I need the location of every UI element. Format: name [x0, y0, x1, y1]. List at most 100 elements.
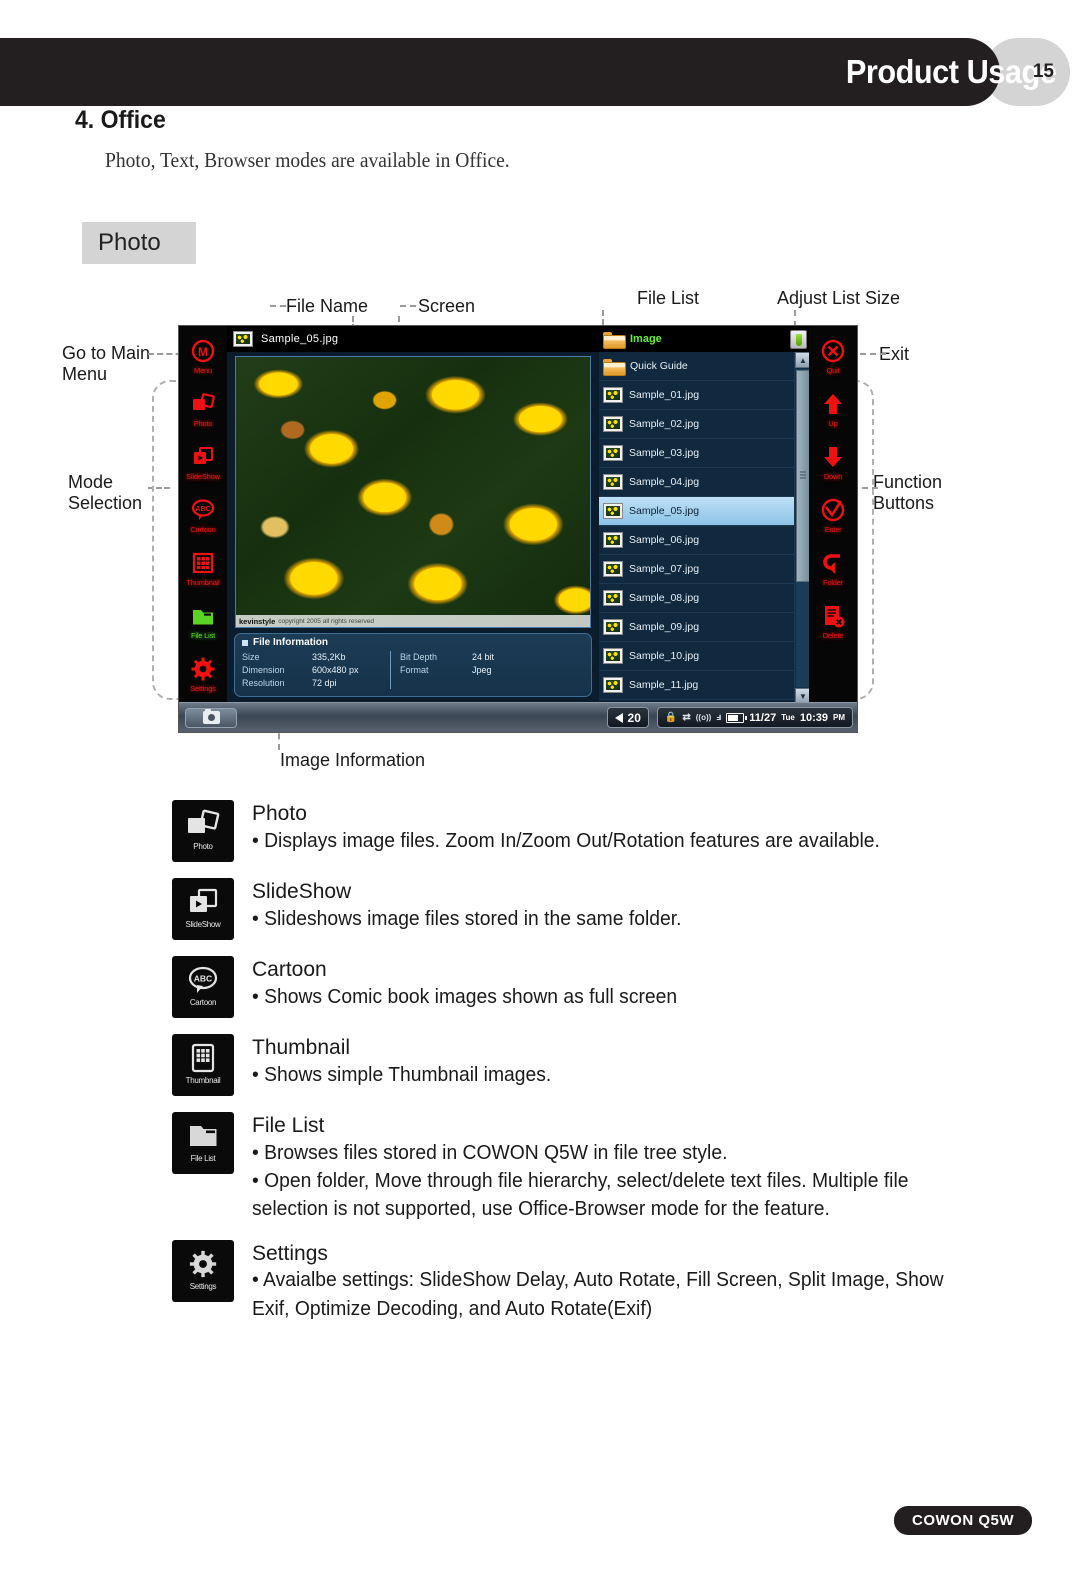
device-status-bar: 20 🔒 ⇄ ((o)) ⅎ 11/27 Tue 10:39 PM: [179, 702, 857, 732]
mode-legend-list: Photo Photo • Displays image files. Zoom…: [172, 800, 1002, 1339]
usb-icon: ⇄: [682, 712, 691, 723]
legend-title: Photo: [252, 802, 307, 825]
watermark-text: copyright 2005 all rights reserved: [278, 617, 375, 625]
camera-icon: [202, 709, 220, 724]
legend-title: File List: [252, 1114, 325, 1137]
mode-button-photo[interactable]: Photo: [180, 383, 226, 436]
legend-body-photo: Photo • Displays image files. Zoom In/Zo…: [252, 800, 903, 862]
mode-button-slideshow[interactable]: SlideShow: [180, 436, 226, 489]
function-button-delete[interactable]: Delete: [810, 595, 856, 648]
scrollbar-grip-icon: [800, 471, 806, 481]
settings-gear-icon: [189, 1250, 217, 1277]
svg-text:ABC: ABC: [194, 974, 212, 984]
photo-viewport[interactable]: kevinstyle copyright 2005 all rights res…: [235, 356, 591, 628]
list-item-label: Sample_10.jpg: [629, 650, 700, 662]
file-info-key-size: Size: [242, 651, 260, 662]
legend-icon-cartoon: ABC Cartoon: [172, 956, 234, 1018]
legend-icon-caption: Cartoon: [189, 998, 217, 1007]
mode-button-thumbnail[interactable]: Thumbnail: [180, 542, 226, 595]
file-info-value-format: Jpeg: [472, 664, 492, 675]
image-thumbnail-icon: [603, 619, 623, 635]
file-list-rows[interactable]: Quick Guide Sample_01.jpg Sample_02.jpg …: [599, 352, 794, 704]
file-list-pane: Image Quick Guide Sample_01.jpg Sample_0…: [599, 326, 811, 704]
legend-item-cartoon: ABC Cartoon Cartoon • Shows Comic book i…: [172, 956, 1002, 1018]
mode-button-cartoon[interactable]: ABC Cartoon: [180, 489, 226, 542]
adjust-list-size-button[interactable]: [790, 329, 807, 349]
list-item-label: Sample_05.jpg: [629, 505, 700, 517]
file-info-key-bit-depth: Bit Depth: [400, 651, 438, 662]
list-item[interactable]: Sample_04.jpg: [599, 468, 794, 497]
legend-icon-settings: Settings: [172, 1239, 234, 1302]
svg-text:M: M: [198, 345, 208, 359]
list-item-label: Sample_02.jpg: [629, 418, 700, 430]
file-information-heading-text: File Information: [253, 637, 328, 648]
list-item-label: Quick Guide: [630, 360, 688, 372]
image-thumbnail-icon: [603, 416, 623, 432]
list-item[interactable]: Sample_02.jpg: [599, 410, 794, 439]
section-tag-photo: Photo: [82, 222, 196, 264]
list-item[interactable]: Sample_03.jpg: [599, 439, 794, 468]
file-list-folder-icon: [190, 1126, 217, 1146]
legend-body-slideshow: SlideShow • Slideshows image files store…: [252, 878, 697, 940]
file-info-value-size: 335,2Kb: [312, 651, 346, 662]
arrow-down-icon: [824, 447, 842, 467]
scrollbar-thumb[interactable]: [796, 370, 810, 582]
function-label-down: Down: [823, 472, 843, 481]
legend-icon-caption: SlideShow: [185, 920, 221, 929]
mode-button-settings[interactable]: Settings: [180, 648, 226, 701]
thumbnail-grid-icon: [192, 552, 214, 574]
legend-icon-caption: File List: [190, 1154, 216, 1163]
list-item-selected[interactable]: Sample_05.jpg: [599, 497, 794, 526]
list-item[interactable]: Sample_08.jpg: [599, 584, 794, 613]
leader-line-file-name-h: [270, 305, 286, 307]
image-thumbnail-icon: [603, 503, 623, 519]
function-label-enter: Enter: [824, 525, 842, 534]
page-title: Product Usage: [845, 53, 1056, 90]
image-thumbnail-icon: [603, 648, 623, 664]
camera-button[interactable]: [185, 707, 237, 728]
bullet-square-icon: [242, 639, 248, 646]
function-button-enter[interactable]: Enter: [810, 489, 856, 542]
legend-title: Settings: [252, 1241, 328, 1265]
page-header: Product Usage 15: [0, 38, 1080, 106]
list-item[interactable]: Sample_10.jpg: [599, 642, 794, 671]
list-item[interactable]: Sample_06.jpg: [599, 526, 794, 555]
section-heading: 4. Office: [75, 106, 166, 134]
list-item[interactable]: Quick Guide: [599, 352, 794, 381]
mode-button-file-list[interactable]: File List: [180, 595, 226, 648]
file-info-value-bit-depth: 24 bit: [472, 651, 495, 662]
enter-check-circle-icon: [821, 498, 845, 522]
list-item[interactable]: Sample_01.jpg: [599, 381, 794, 410]
file-info-value-resolution: 72 dpi: [312, 678, 337, 689]
legend-icon-caption: Photo: [193, 842, 213, 851]
file-list-header: Image: [599, 326, 811, 352]
folder-back-arrow-icon: [823, 554, 840, 574]
image-thumbnail-icon: [603, 387, 623, 403]
list-item-label: Sample_08.jpg: [629, 592, 700, 604]
folder-icon: [603, 331, 626, 349]
legend-bullet: • Open folder, Move through file hierarc…: [252, 1170, 909, 1221]
file-information-heading: File Information: [235, 634, 591, 650]
section-subtitle: Photo, Text, Browser modes are available…: [105, 148, 510, 172]
callout-screen: Screen: [418, 296, 476, 316]
status-meridiem: PM: [833, 713, 845, 722]
folder-icon: [603, 358, 626, 376]
leader-line-screen-h: [400, 305, 416, 307]
mode-button-menu[interactable]: M Menu: [180, 330, 226, 383]
legend-bullet: • Displays image files. Zoom In/Zoom Out…: [252, 829, 880, 852]
function-button-down[interactable]: Down: [810, 436, 856, 489]
list-item[interactable]: Sample_09.jpg: [599, 613, 794, 642]
menu-circle-m-icon: M: [191, 339, 215, 363]
legend-bullet: • Shows simple Thumbnail images.: [252, 1063, 552, 1086]
file-info-value-dimension: 600x480 px: [312, 664, 359, 675]
list-item[interactable]: Sample_07.jpg: [599, 555, 794, 584]
manual-page: Product Usage 15 4. Office Photo, Text, …: [0, 0, 1080, 1573]
current-file-name: Sample_05.jpg: [261, 333, 339, 345]
legend-icon-caption: Settings: [189, 1281, 217, 1291]
volume-indicator[interactable]: 20: [606, 707, 649, 728]
function-button-quit[interactable]: Quit: [810, 330, 856, 383]
function-button-up[interactable]: Up: [810, 383, 856, 436]
function-button-folder[interactable]: Folder: [810, 542, 856, 595]
list-item[interactable]: Sample_11.jpg: [599, 671, 794, 700]
slideshow-icon: [190, 888, 218, 912]
